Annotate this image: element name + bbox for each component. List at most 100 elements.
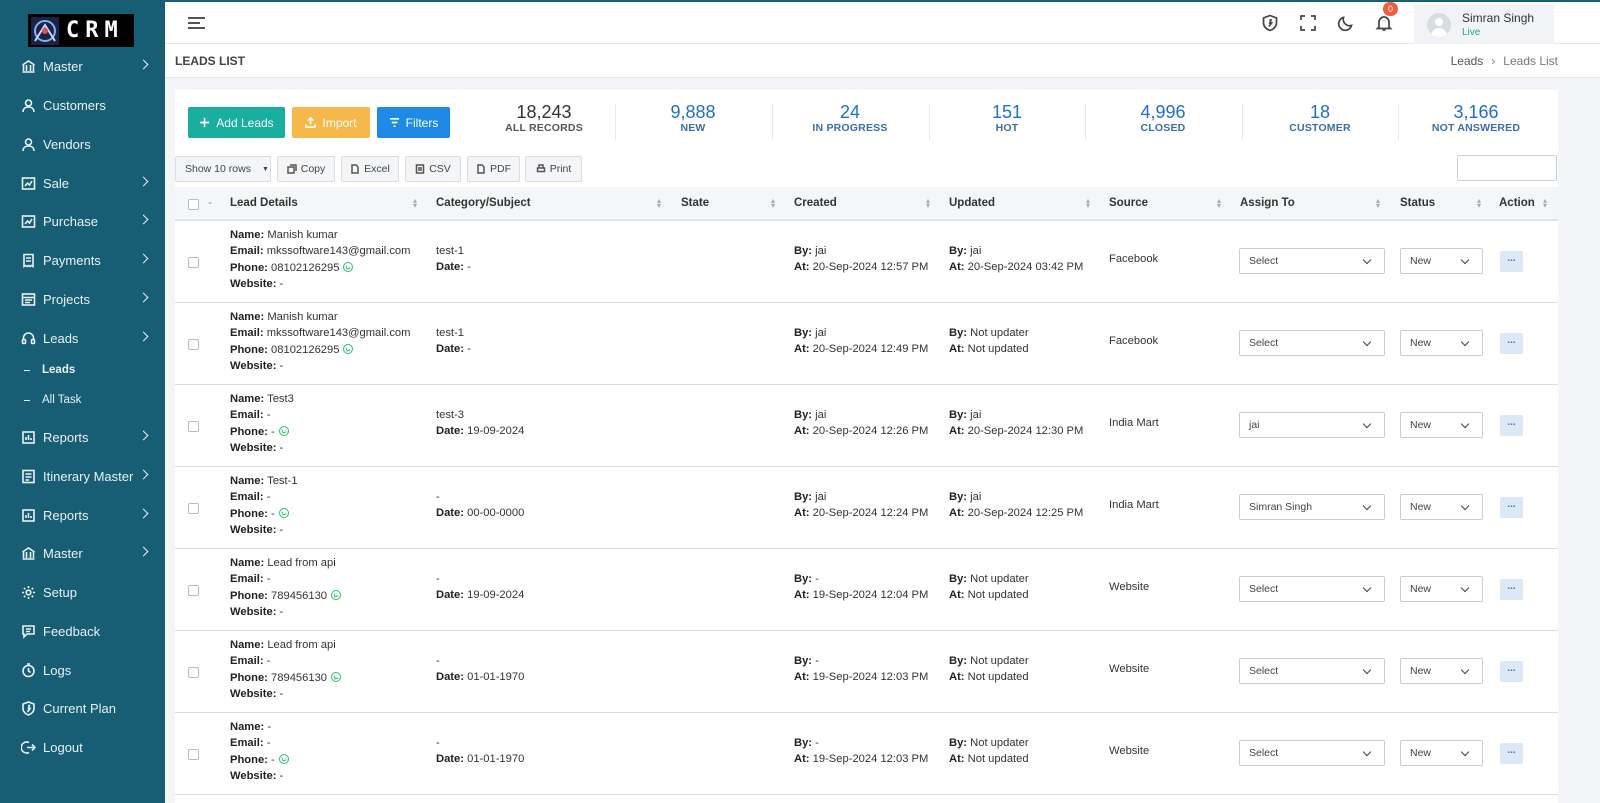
column-header-source[interactable]: Source bbox=[1109, 197, 1148, 209]
status-select[interactable]: New bbox=[1400, 330, 1483, 356]
created-by: - bbox=[815, 573, 819, 585]
more-actions-button[interactable]: ... bbox=[1500, 251, 1523, 272]
column-header-state[interactable]: State bbox=[681, 197, 709, 209]
whatsapp-icon[interactable] bbox=[343, 343, 354, 354]
column-header-created[interactable]: Created bbox=[794, 197, 837, 209]
assign-to-select[interactable]: Select bbox=[1239, 740, 1385, 766]
status-select[interactable]: New bbox=[1400, 412, 1483, 438]
select-all-caret-icon[interactable]: ⌄ bbox=[207, 198, 213, 206]
sidebar-item-reports[interactable]: Reports bbox=[0, 420, 165, 454]
stat-customer[interactable]: 18 CUSTOMER bbox=[1242, 102, 1398, 134]
row-checkbox[interactable] bbox=[188, 257, 199, 268]
user-menu[interactable]: Simran Singh Live bbox=[1414, 4, 1554, 44]
sidebar-subitem-leads[interactable]: Leads bbox=[24, 364, 75, 376]
sidebar-item-feedback[interactable]: Feedback bbox=[0, 614, 165, 648]
status-select[interactable]: New bbox=[1400, 494, 1483, 520]
sidebar-item-master[interactable]: Master bbox=[0, 49, 165, 83]
sort-icon[interactable]: ▴ ▾ bbox=[926, 197, 930, 210]
dark-mode-moon-icon[interactable] bbox=[1337, 14, 1355, 32]
row-checkbox[interactable] bbox=[188, 421, 199, 432]
filters-button[interactable]: Filters bbox=[377, 107, 450, 138]
status-select[interactable]: New bbox=[1400, 658, 1483, 684]
sidebar-item-master[interactable]: Master bbox=[0, 536, 165, 570]
sort-icon[interactable]: ▴ ▾ bbox=[771, 197, 775, 210]
stat-hot[interactable]: 151 HOT bbox=[929, 102, 1085, 134]
sidebar-item-payments[interactable]: Payments bbox=[0, 243, 165, 277]
whatsapp-icon[interactable] bbox=[278, 753, 289, 764]
sidebar-item-customers[interactable]: Customers bbox=[0, 88, 165, 122]
sort-icon[interactable]: ▴ ▾ bbox=[1086, 197, 1090, 210]
stat-closed[interactable]: 4,996 CLOSED bbox=[1085, 102, 1241, 134]
sidebar-item-purchase[interactable]: Purchase bbox=[0, 204, 165, 238]
status-select[interactable]: New bbox=[1400, 740, 1483, 766]
sidebar-item-itinerary-master[interactable]: Itinerary Master bbox=[0, 459, 165, 493]
column-header-status[interactable]: Status bbox=[1400, 197, 1435, 209]
more-actions-button[interactable]: ... bbox=[1500, 743, 1523, 764]
csv-button[interactable]: CSV bbox=[405, 156, 461, 182]
column-header-category-subject[interactable]: Category/Subject bbox=[436, 197, 531, 209]
row-checkbox[interactable] bbox=[188, 339, 199, 350]
assign-to-select[interactable]: jai bbox=[1239, 412, 1385, 438]
stat-all-records[interactable]: 18,243 ALL RECORDS bbox=[466, 102, 622, 134]
sidebar-item-current-plan[interactable]: Current Plan bbox=[0, 691, 165, 725]
menu-toggle-icon[interactable] bbox=[188, 17, 205, 29]
crm-logo[interactable]: CRM bbox=[28, 14, 134, 47]
breadcrumb-leads-link[interactable]: Leads bbox=[1451, 54, 1484, 68]
sidebar-item-logout[interactable]: Logout bbox=[0, 730, 165, 764]
whatsapp-icon[interactable] bbox=[331, 671, 342, 682]
sidebar-item-sale[interactable]: Sale bbox=[0, 166, 165, 200]
sort-icon[interactable]: ▴ ▾ bbox=[1477, 197, 1481, 210]
sort-icon[interactable]: ▴ ▾ bbox=[1376, 197, 1380, 210]
print-button[interactable]: Print bbox=[525, 156, 582, 182]
fullscreen-icon[interactable] bbox=[1299, 14, 1317, 32]
import-button[interactable]: Import bbox=[292, 107, 370, 138]
sidebar-item-setup[interactable]: Setup bbox=[0, 575, 165, 609]
stat-new[interactable]: 9,888 NEW bbox=[615, 102, 771, 134]
column-header-assign-to[interactable]: Assign To bbox=[1240, 197, 1295, 209]
assign-to-select[interactable]: Select bbox=[1239, 330, 1385, 356]
sidebar-item-reports[interactable]: Reports bbox=[0, 498, 165, 532]
whatsapp-icon[interactable] bbox=[278, 425, 289, 436]
more-actions-button[interactable]: ... bbox=[1500, 661, 1523, 682]
sidebar-item-vendors[interactable]: Vendors bbox=[0, 127, 165, 161]
add-leads-button[interactable]: Add Leads bbox=[188, 107, 285, 138]
more-actions-button[interactable]: ... bbox=[1500, 579, 1523, 600]
row-checkbox[interactable] bbox=[188, 749, 199, 760]
stat-in-progress[interactable]: 24 IN PROGRESS bbox=[772, 102, 928, 134]
whatsapp-icon[interactable] bbox=[343, 261, 354, 272]
sidebar-item-logs[interactable]: Logs bbox=[0, 653, 165, 687]
copy-button[interactable]: Copy bbox=[277, 156, 335, 182]
sidebar-subitem-all-task[interactable]: All Task bbox=[24, 394, 81, 406]
column-header-lead-details[interactable]: Lead Details bbox=[230, 197, 298, 209]
shield-check-icon[interactable] bbox=[1261, 14, 1279, 32]
notification-bell-icon[interactable] bbox=[1375, 14, 1393, 32]
assign-to-select[interactable]: Select bbox=[1239, 248, 1385, 274]
sort-icon[interactable]: ▴ ▾ bbox=[413, 197, 417, 210]
search-input[interactable] bbox=[1457, 155, 1557, 181]
sort-icon[interactable]: ▴ ▾ bbox=[657, 197, 661, 210]
sidebar-item-projects[interactable]: Projects bbox=[0, 282, 165, 316]
assign-to-select[interactable]: Select bbox=[1239, 576, 1385, 602]
stat-not-answered[interactable]: 3,166 NOT ANSWERED bbox=[1398, 102, 1554, 134]
more-actions-button[interactable]: ... bbox=[1500, 497, 1523, 518]
whatsapp-icon[interactable] bbox=[331, 589, 342, 600]
more-actions-button[interactable]: ... bbox=[1500, 333, 1523, 354]
row-checkbox[interactable] bbox=[188, 667, 199, 678]
select-all-checkbox[interactable] bbox=[188, 199, 199, 210]
assign-to-select[interactable]: Select bbox=[1239, 658, 1385, 684]
whatsapp-icon[interactable] bbox=[278, 507, 289, 518]
row-checkbox[interactable] bbox=[188, 585, 199, 596]
pdf-button[interactable]: PDF bbox=[467, 156, 520, 182]
row-checkbox[interactable] bbox=[188, 503, 199, 514]
sort-icon[interactable]: ▴ ▾ bbox=[1217, 197, 1221, 210]
excel-button[interactable]: Excel bbox=[341, 156, 399, 182]
sort-icon[interactable]: ▴ ▾ bbox=[1543, 197, 1547, 210]
sidebar-item-leads[interactable]: Leads bbox=[0, 321, 165, 355]
more-actions-button[interactable]: ... bbox=[1500, 415, 1523, 436]
column-header-updated[interactable]: Updated bbox=[949, 197, 995, 209]
show-rows-select[interactable]: Show 10 rows ▼ bbox=[175, 156, 271, 182]
status-select[interactable]: New bbox=[1400, 248, 1483, 274]
assign-to-select[interactable]: Simran Singh bbox=[1239, 494, 1385, 520]
status-select[interactable]: New bbox=[1400, 576, 1483, 602]
column-header-action[interactable]: Action bbox=[1499, 197, 1535, 209]
